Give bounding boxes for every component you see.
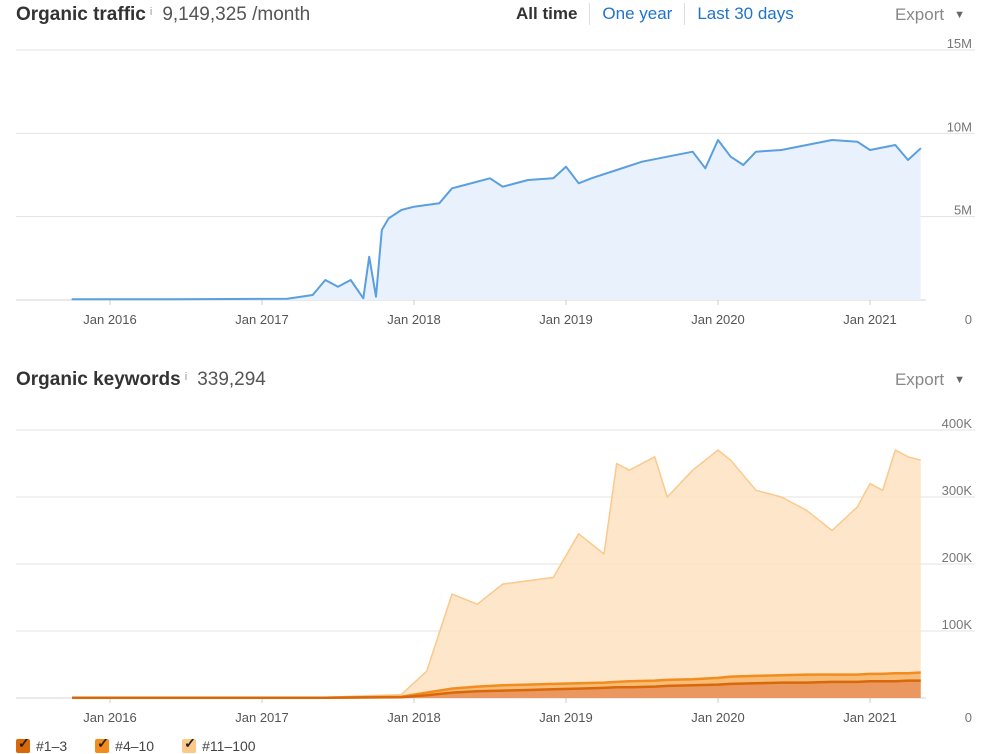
y-tick-label: 400K: [942, 416, 973, 431]
y-tick-label: 300K: [942, 483, 973, 498]
traffic-data-point: [438, 202, 440, 204]
export-label: Export: [894, 370, 945, 389]
traffic-data-point: [616, 169, 618, 171]
keywords-area-0: [72, 450, 921, 698]
keywords-value: 339,294: [197, 369, 266, 390]
traffic-data-point: [324, 279, 326, 281]
traffic-data-point: [590, 177, 592, 179]
x-tick-label: Jan 2018: [387, 710, 441, 725]
traffic-data-point: [565, 166, 567, 168]
traffic-data-point: [502, 186, 504, 188]
x-tick-label: Jan 2018: [387, 312, 441, 327]
legend-item-top100[interactable]: ✓ #11–100: [182, 735, 256, 754]
keywords-chart: 0 100K 200K 300K 400K Jan 2016 Jan 2017 Jan 201…: [16, 416, 975, 725]
traffic-data-point: [413, 206, 415, 208]
x-tick-label: Jan 2020: [691, 710, 745, 725]
traffic-data-point: [350, 279, 352, 281]
x-tick-label: Jan 2017: [235, 312, 289, 327]
traffic-data-point: [869, 149, 871, 151]
traffic-data-point: [692, 151, 694, 153]
legend-label: #1–3: [36, 738, 68, 754]
caret-down-icon: ▼: [954, 374, 965, 386]
traffic-data-point: [806, 144, 808, 146]
x-tick-label: Jan 2020: [691, 312, 745, 327]
keywords-title: Organic keywords: [16, 369, 181, 390]
traffic-data-point: [337, 286, 339, 288]
traffic-data-point: [831, 139, 833, 141]
traffic-data-point: [464, 184, 466, 186]
checkmark-icon: ✓: [97, 735, 109, 751]
legend-swatch: ✓: [182, 735, 197, 753]
traffic-data-point: [312, 294, 314, 296]
traffic-data-point: [489, 177, 491, 179]
x-tick-label: Jan 2016: [83, 710, 137, 725]
traffic-data-point: [71, 298, 73, 300]
y-tick-label: 10M: [947, 119, 972, 134]
traffic-chart: 0 5M 10M 15M Jan 2016 Jan 2017 Jan 2018 Jan 201…: [16, 36, 975, 327]
traffic-data-point: [717, 139, 719, 141]
x-tick-label: Jan 2021: [843, 710, 897, 725]
traffic-data-point: [666, 156, 668, 158]
y-tick-label: 0: [965, 710, 972, 725]
traffic-data-point: [527, 179, 529, 181]
keywords-header: Organic keywords i 339,294: [16, 365, 266, 395]
traffic-data-point: [286, 298, 288, 300]
traffic-data-point: [641, 161, 643, 163]
y-tick-label: 100K: [942, 617, 973, 632]
traffic-data-point: [552, 177, 554, 179]
y-tick-label: 5M: [954, 203, 972, 218]
traffic-area-fill: [72, 140, 921, 300]
x-tick-label: Jan 2016: [83, 312, 137, 327]
keywords-legend: ✓ #1–3 ✓ #4–10 ✓ #11–100: [16, 735, 256, 754]
traffic-data-point: [368, 256, 370, 258]
y-tick-label: 15M: [947, 36, 972, 51]
traffic-data-point: [172, 298, 174, 300]
traffic-data-point: [780, 149, 782, 151]
x-tick-label: Jan 2019: [539, 710, 593, 725]
legend-item-top10[interactable]: ✓ #4–10: [95, 735, 155, 754]
traffic-data-point: [894, 144, 896, 146]
keywords-export-button[interactable]: Export ▼: [895, 370, 965, 390]
traffic-data-point: [375, 296, 377, 298]
traffic-data-point: [920, 147, 922, 149]
traffic-data-point: [381, 229, 383, 231]
x-tick-label: Jan 2019: [539, 312, 593, 327]
x-tick-label: Jan 2017: [235, 710, 289, 725]
traffic-data-point: [856, 141, 858, 143]
legend-swatch: ✓: [95, 735, 110, 753]
traffic-data-point: [578, 182, 580, 184]
y-tick-label: 0: [965, 312, 972, 327]
traffic-data-point: [742, 164, 744, 166]
traffic-data-point: [451, 187, 453, 189]
y-tick-label: 200K: [942, 550, 973, 565]
traffic-data-point: [755, 151, 757, 153]
traffic-data-point: [400, 209, 402, 211]
traffic-data-point: [907, 159, 909, 161]
legend-label: #11–100: [202, 738, 256, 754]
keywords-info-icon[interactable]: i: [185, 371, 187, 383]
x-tick-label: Jan 2021: [843, 312, 897, 327]
legend-label: #4–10: [115, 738, 155, 754]
traffic-data-point: [730, 156, 732, 158]
checkmark-icon: ✓: [18, 735, 30, 751]
checkmark-icon: ✓: [184, 735, 196, 751]
traffic-data-point: [704, 167, 706, 169]
traffic-data-point: [388, 217, 390, 219]
traffic-data-point: [362, 297, 364, 299]
legend-swatch: ✓: [16, 735, 30, 753]
legend-item-top3[interactable]: ✓ #1–3: [16, 735, 68, 754]
